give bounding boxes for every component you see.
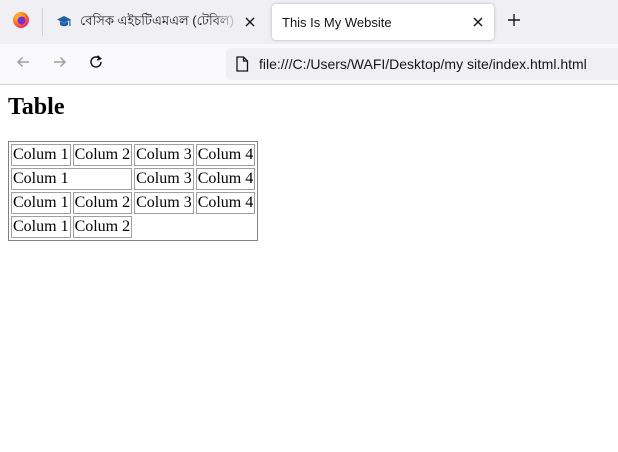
table-cell: Colum 3: [134, 168, 194, 190]
table-cell: Colum 2: [72, 216, 133, 238]
back-button[interactable]: [11, 52, 35, 76]
reload-button[interactable]: [84, 52, 108, 76]
address-bar[interactable]: file:///C:/Users/WAFI/Desktop/my site/in…: [226, 48, 618, 80]
table-cell: Colum 1: [11, 144, 71, 166]
table-cell: Colum 1: [11, 216, 71, 238]
graduation-cap-icon: [56, 14, 72, 30]
close-tab-icon[interactable]: [242, 14, 258, 30]
plus-icon: [507, 13, 521, 32]
forward-button[interactable]: [48, 52, 72, 76]
close-tab-icon[interactable]: [470, 14, 486, 30]
url-text: file:///C:/Users/WAFI/Desktop/my site/in…: [259, 56, 587, 72]
reload-icon: [88, 54, 104, 75]
tab-my-website[interactable]: This Is My Website: [272, 4, 494, 40]
navigation-toolbar: file:///C:/Users/WAFI/Desktop/my site/in…: [0, 44, 618, 85]
firefox-logo-icon: [12, 11, 30, 34]
table-cell: Colum 2: [72, 144, 133, 166]
table-cell: Colum 2: [72, 192, 133, 214]
table-row: Colum 1 Colum 2 Colum 3 Colum 4: [11, 144, 256, 166]
tab-title: This Is My Website: [282, 14, 392, 30]
page-content: Table Colum 1 Colum 2 Colum 3 Colum 4 Co…: [0, 85, 618, 452]
data-table: Colum 1 Colum 2 Colum 3 Colum 4 Colum 1 …: [8, 141, 259, 241]
table-cell: Colum 3: [134, 192, 194, 214]
tab-title: বেসিক এইচটিএমএল (টেবিল) - পর্ব ৩: [80, 12, 238, 28]
table-cell: Colum 3: [134, 144, 194, 166]
arrow-right-icon: [52, 54, 68, 75]
table-cell: Colum 4: [195, 192, 256, 214]
tab-separator: [42, 8, 43, 36]
new-tab-button[interactable]: [502, 10, 526, 34]
table-row: Colum 1 Colum 2: [11, 216, 255, 238]
file-icon: [234, 56, 250, 72]
table-cell: Colum 1: [11, 168, 133, 190]
page-title: Table: [8, 94, 65, 120]
table-cell: Colum 4: [195, 168, 256, 190]
table-row: Colum 1 Colum 3 Colum 4: [11, 168, 256, 190]
firefox-view-button[interactable]: [0, 0, 42, 44]
table-cell: Colum 1: [11, 192, 71, 214]
arrow-left-icon: [15, 54, 31, 75]
table-cell: Colum 4: [195, 144, 256, 166]
tab-strip: বেসিক এইচটিএমএল (টেবিল) - পর্ব ৩ This Is…: [0, 0, 618, 44]
tab-bangla-tutorial[interactable]: বেসিক এইচটিএমএল (টেবিল) - পর্ব ৩: [48, 4, 266, 40]
table-row: Colum 1 Colum 2 Colum 3 Colum 4: [11, 192, 256, 214]
